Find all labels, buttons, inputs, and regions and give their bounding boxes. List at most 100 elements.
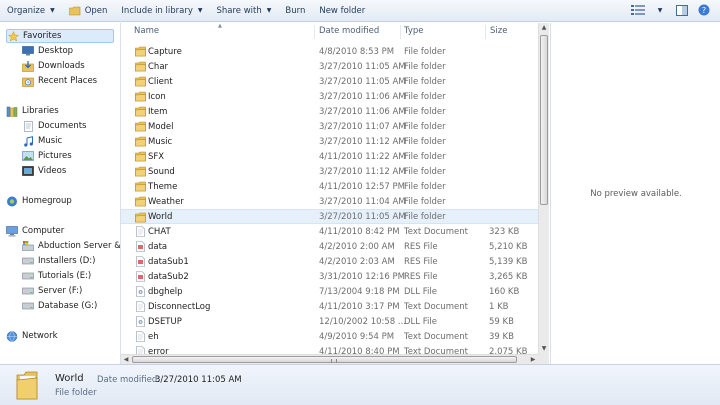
nav-drive-installers[interactable]: Installers (D:) [22, 254, 95, 268]
nav-drive-tutorials[interactable]: Tutorials (E:) [22, 269, 91, 283]
file-row[interactable]: Char 3/27/2010 11:05 AM File folder [121, 59, 538, 74]
preview-pane-button[interactable] [674, 3, 690, 17]
nav-libraries[interactable]: Libraries [6, 104, 59, 118]
file-row[interactable]: CHAT 4/11/2010 8:42 PM Text Document 323 KB [121, 224, 538, 239]
file-row[interactable]: Music 3/27/2010 11:12 AM File folder [121, 134, 538, 149]
vertical-scrollbar[interactable]: ▲ ▼ [538, 23, 549, 354]
file-type: File folder [404, 151, 446, 162]
column-separator[interactable] [314, 25, 315, 39]
nav-homegroup[interactable]: Homegroup [6, 194, 72, 208]
nav-server-label: Server (F:) [38, 286, 83, 296]
nav-desktop-label: Desktop [38, 46, 74, 56]
file-name: Icon [148, 91, 166, 102]
column-name[interactable]: Name [134, 26, 159, 36]
folder-icon [135, 121, 146, 132]
file-row[interactable]: dbghelp 7/13/2004 9:18 PM DLL File 160 KB [121, 284, 538, 299]
folder-icon [135, 106, 146, 117]
file-row[interactable]: Theme 4/11/2010 12:57 PM File folder [121, 179, 538, 194]
nav-desktop[interactable]: Desktop [22, 44, 73, 58]
nav-network[interactable]: Network [6, 329, 58, 343]
nav-videos-label: Videos [38, 166, 67, 176]
nav-database-label: Database (G:) [38, 301, 98, 311]
music-icon [22, 135, 34, 147]
star-icon [7, 30, 19, 42]
drive-icon [22, 256, 34, 267]
folder-icon [135, 76, 146, 87]
column-separator[interactable] [400, 25, 401, 39]
folder-icon [135, 91, 146, 102]
file-row[interactable]: DisconnectLog 4/11/2010 3:17 PM Text Docum… [121, 299, 538, 314]
file-row[interactable]: dataSub2 3/31/2010 12:16 PM RES File 3,265 … [121, 269, 538, 284]
organize-button[interactable]: Organize ▼ [0, 1, 62, 21]
file-row[interactable]: DSETUP 12/10/2002 10:58 ... DLL File 59 KB [121, 314, 538, 329]
file-date-modified: 3/27/2010 11:06 AM [319, 91, 406, 102]
nav-computer[interactable]: Computer [6, 224, 64, 238]
nav-recent-places[interactable]: Recent Places [22, 74, 97, 88]
nav-pictures[interactable]: Pictures [22, 149, 72, 163]
nav-drive-abduction[interactable]: Abduction Server & D [22, 239, 120, 253]
file-row[interactable]: SFX 4/11/2010 11:22 AM File folder [121, 149, 538, 164]
file-type: Text Document [404, 331, 468, 342]
file-row[interactable]: eh 4/9/2010 9:54 PM Text Document 39 KB [121, 329, 538, 344]
scroll-down-arrow-icon[interactable]: ▼ [539, 344, 549, 354]
nav-drive-server[interactable]: Server (F:) [22, 284, 82, 298]
file-row[interactable]: Model 3/27/2010 11:07 AM File folder [121, 119, 538, 134]
text-file-icon [135, 301, 146, 312]
file-size: 5,210 KB [489, 241, 528, 252]
file-row[interactable]: dataSub1 4/2/2010 2:03 AM RES File 5,139 KB [121, 254, 538, 269]
nav-drive-database[interactable]: Database (G:) [22, 299, 97, 313]
file-date-modified: 4/2/2010 2:03 AM [319, 256, 395, 267]
file-row[interactable]: error 4/11/2010 8:40 PM Text Document 2,075… [121, 344, 538, 354]
nav-downloads[interactable]: Downloads [22, 59, 85, 73]
file-row[interactable]: Client 3/27/2010 11:05 AM File folder [121, 74, 538, 89]
open-button[interactable]: Open [62, 1, 115, 21]
file-row[interactable]: Capture 4/8/2010 8:53 PM File folder [121, 44, 538, 59]
preview-pane-icon [676, 4, 688, 16]
computer-icon [6, 225, 18, 237]
nav-documents-label: Documents [38, 121, 87, 131]
view-options-dropdown[interactable]: ▼ [652, 3, 668, 17]
file-row[interactable]: Icon 3/27/2010 11:06 AM File folder [121, 89, 538, 104]
help-button[interactable]: ? [696, 3, 712, 17]
file-row[interactable]: Sound 3/27/2010 11:12 AM File folder [121, 164, 538, 179]
res-file-icon [135, 241, 146, 252]
file-row[interactable]: data 4/2/2010 2:00 AM RES File 5,210 KB [121, 239, 538, 254]
nav-favorites[interactable]: Favorites [6, 29, 114, 43]
change-view-button[interactable] [630, 3, 646, 17]
details-item-name: World [55, 373, 84, 384]
file-name: Client [148, 76, 173, 87]
include-in-library-button[interactable]: Include in library ▼ [114, 1, 209, 21]
scroll-up-arrow-icon[interactable]: ▲ [539, 23, 549, 33]
share-with-button[interactable]: Share with ▼ [210, 1, 279, 21]
libraries-icon [6, 106, 18, 117]
file-date-modified: 3/27/2010 11:06 AM [319, 106, 406, 117]
recent-places-icon [22, 76, 34, 87]
column-type[interactable]: Type [404, 26, 424, 36]
new-folder-button[interactable]: New folder [312, 1, 372, 21]
share-label: Share with [216, 5, 262, 16]
column-date-modified[interactable]: Date modified [319, 26, 379, 36]
nav-music[interactable]: Music [22, 134, 62, 148]
file-date-modified: 3/27/2010 11:12 AM [319, 136, 406, 147]
file-row[interactable]: Item 3/27/2010 11:06 AM File folder [121, 104, 538, 119]
file-date-modified: 4/11/2010 8:40 PM [319, 346, 400, 355]
horizontal-scroll-thumb[interactable] [132, 356, 517, 363]
details-date-value[interactable]: 3/27/2010 11:05 AM [155, 375, 242, 385]
column-size[interactable]: Size [490, 26, 507, 36]
nav-documents[interactable]: Documents [22, 119, 86, 133]
nav-videos[interactable]: Videos [22, 164, 66, 178]
dll-file-icon [135, 286, 146, 297]
column-separator[interactable] [485, 25, 486, 39]
burn-button[interactable]: Burn [278, 1, 312, 21]
vertical-scroll-thumb[interactable] [540, 35, 548, 205]
file-row[interactable]: World 3/27/2010 11:05 AM File folder [121, 209, 538, 224]
folder-icon [135, 46, 146, 57]
file-name: World [148, 211, 173, 222]
file-type: File folder [404, 121, 446, 132]
file-row[interactable]: Weather 3/27/2010 11:04 AM File folder [121, 194, 538, 209]
preview-pane: No preview available. [550, 23, 720, 364]
chevron-down-icon: ▼ [657, 6, 663, 14]
file-date-modified: 4/11/2010 12:57 PM [319, 181, 405, 192]
file-size: 3,265 KB [489, 271, 528, 282]
horizontal-scrollbar[interactable]: ◀ ▶ [121, 354, 538, 364]
